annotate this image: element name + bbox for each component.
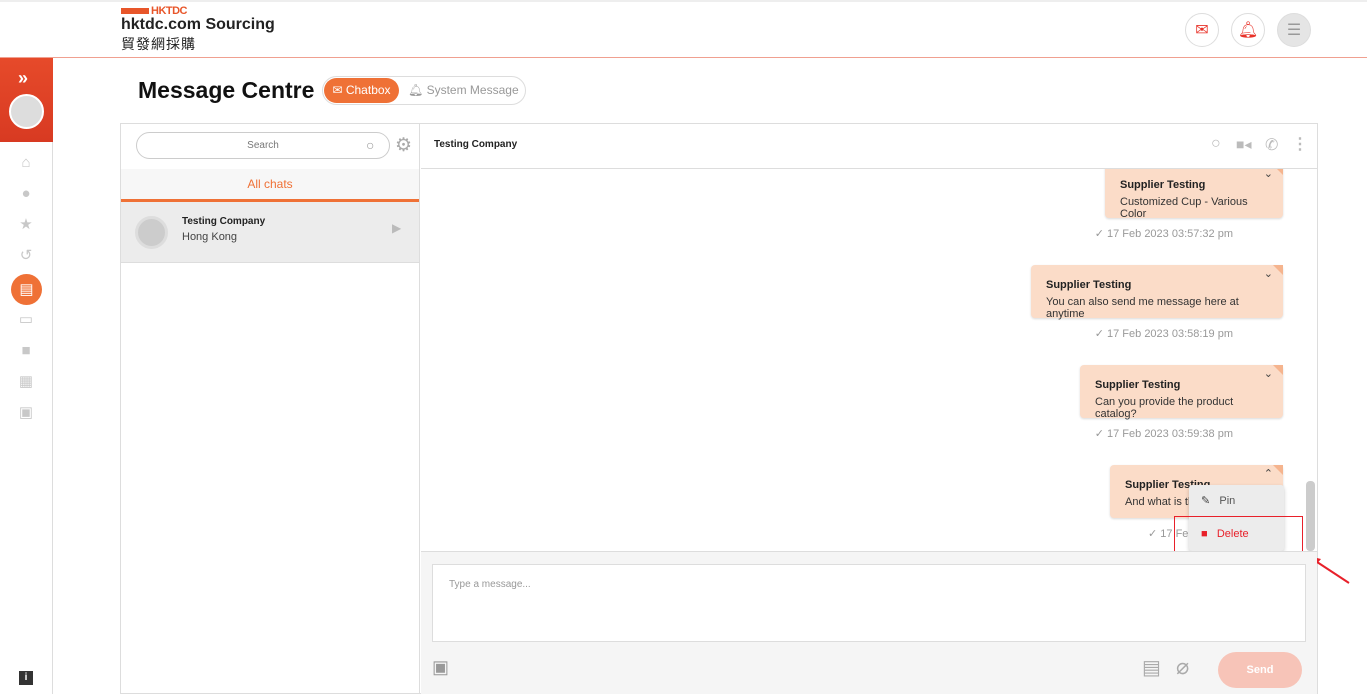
chevron-down-icon[interactable]: ⌄: [1264, 267, 1273, 280]
business-card-icon[interactable]: ▤: [1142, 655, 1161, 680]
highlight-box: [1174, 516, 1303, 553]
message-timestamp: ✓ 17 Feb 2023 03:59:38 pm: [1094, 428, 1233, 440]
sidebar: » ⌂ ● ★ ↺ ▤ ▭ ■ ▦ ▣ i: [0, 58, 53, 694]
more-icon[interactable]: ⋮: [1292, 134, 1308, 154]
tab-chatbox[interactable]: ✉ Chatbox: [324, 78, 399, 103]
notification-button[interactable]: 🔔︎: [1231, 13, 1265, 47]
scrollbar[interactable]: [1306, 481, 1315, 551]
document-icon[interactable]: ▦: [14, 370, 38, 394]
message-sender: Supplier Testing: [1120, 179, 1206, 191]
bell-icon: 🔔︎: [408, 83, 427, 97]
chat-location: Hong Kong: [182, 231, 238, 243]
search-icon[interactable]: ○: [366, 137, 374, 153]
chevron-up-icon[interactable]: ⌃: [1264, 467, 1273, 480]
message-timestamp: ✓ 17 Feb 2023 03:58:19 pm: [1094, 328, 1233, 340]
gear-icon[interactable]: ⚙: [395, 134, 412, 157]
phone-icon[interactable]: ✆: [1265, 135, 1278, 155]
message-sender: Supplier Testing: [1046, 279, 1132, 291]
send-button[interactable]: Send: [1218, 652, 1302, 688]
page-title: Message Centre: [138, 77, 315, 103]
briefcase-icon[interactable]: ▣: [14, 401, 38, 425]
logo-title[interactable]: hktdc.com Sourcing: [121, 16, 275, 34]
timestamp-text: 17 Feb 2023 03:57:32 pm: [1107, 228, 1233, 240]
star-icon[interactable]: ★: [14, 213, 38, 237]
sidebar-profile: »: [0, 58, 53, 142]
message-timestamp: ✓ 17 Feb 2023 03:57:32 pm: [1094, 228, 1233, 240]
search-icon[interactable]: ○: [1211, 135, 1221, 153]
expand-icon[interactable]: »: [18, 68, 28, 89]
mail-button[interactable]: ✉: [1185, 13, 1219, 47]
info-icon[interactable]: i: [19, 671, 33, 685]
message-bubble[interactable]: ⌄ Supplier Testing Customized Cup - Variou…: [1105, 169, 1283, 220]
company-avatar: [135, 216, 168, 249]
chevron-down-icon[interactable]: ⌄: [1264, 367, 1273, 380]
message-bubble[interactable]: ⌄ Supplier Testing Can you provide the pro…: [1080, 365, 1283, 420]
message-list: ⌄ Supplier Testing Customized Cup - Variou…: [421, 169, 1317, 551]
briefcase-icon[interactable]: ▣: [432, 657, 449, 678]
history-icon[interactable]: ↺: [14, 244, 38, 268]
chat-name: Testing Company: [182, 216, 266, 227]
tab-label: Chatbox: [345, 83, 391, 97]
card-icon[interactable]: ▭: [14, 308, 38, 332]
message-text: You can also send me message here at any…: [1046, 296, 1239, 320]
envelope-icon: ✉: [332, 83, 346, 97]
home-icon[interactable]: ⌂: [14, 151, 38, 175]
arrow-line: [1313, 559, 1350, 584]
bag-icon[interactable]: ■: [14, 339, 38, 363]
message-sender: Supplier Testing: [1095, 379, 1181, 391]
search-input[interactable]: Search: [136, 132, 390, 159]
logo-chinese: 貿發網採購: [121, 36, 196, 52]
mail-icon: ✉: [1195, 22, 1209, 39]
tab-all-chats[interactable]: All chats: [121, 169, 419, 202]
chevron-right-icon: ▶: [392, 221, 402, 235]
message-text: Can you provide the product catalog?: [1095, 396, 1234, 420]
tab-system-message[interactable]: 🔔︎ System Message: [408, 78, 519, 103]
video-icon[interactable]: ■◂: [1236, 136, 1251, 153]
menu-icon: ☰: [1286, 22, 1302, 39]
menu-button[interactable]: ☰: [1277, 13, 1311, 47]
message-input[interactable]: Type a message...: [432, 564, 1306, 642]
chat-icon[interactable]: ▤: [11, 274, 42, 305]
chat-title: Testing Company: [434, 139, 518, 150]
message-bubble[interactable]: ⌄ Supplier Testing You can also send me me…: [1031, 265, 1283, 320]
avatar[interactable]: [9, 94, 44, 129]
chat-header: Testing Company ○ ■◂ ✆ ⋮: [421, 124, 1317, 169]
message-text: Customized Cup - Various Color: [1120, 196, 1248, 220]
pin-icon: ✎: [1201, 495, 1211, 507]
menu-item-pin[interactable]: ✎ Pin: [1189, 485, 1284, 517]
timestamp-text: 17 Feb 2023 03:58:19 pm: [1107, 328, 1233, 340]
tab-label: System Message: [426, 83, 519, 97]
attachment-icon[interactable]: ⌀: [1176, 654, 1189, 680]
bell-icon: 🔔︎: [1237, 22, 1259, 39]
timestamp-text: 17 Feb 2023 03:59:38 pm: [1107, 428, 1233, 440]
user-icon[interactable]: ●: [14, 182, 38, 206]
pin-label: Pin: [1219, 495, 1236, 507]
chevron-down-icon[interactable]: ⌄: [1264, 169, 1273, 180]
